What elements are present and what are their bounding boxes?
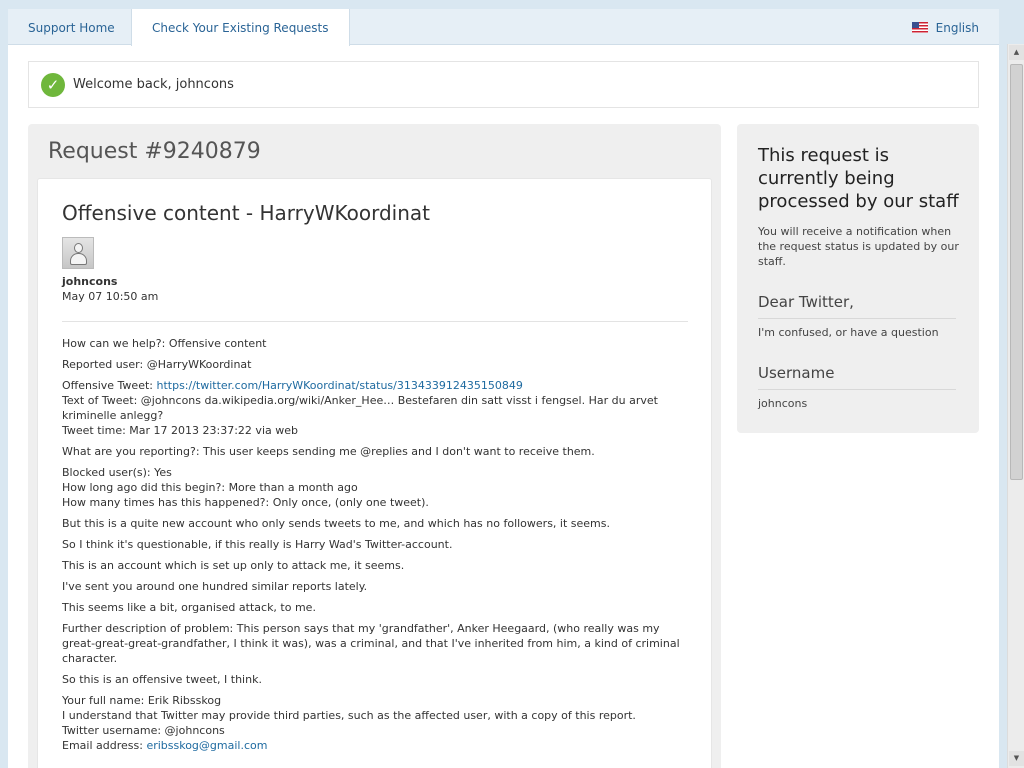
twitter-username-line: Twitter username: @johncons xyxy=(62,724,225,737)
body-paragraph: So I think it's questionable, if this re… xyxy=(62,538,453,551)
understand-line: I understand that Twitter may provide th… xyxy=(62,709,636,722)
request-date: May 07 10:50 am xyxy=(62,290,159,303)
body-paragraph: But this is a quite new account who only… xyxy=(62,517,610,530)
blocked-line: Blocked user(s): Yes xyxy=(62,466,172,479)
body-paragraph: I've sent you around one hundred similar… xyxy=(62,580,368,593)
language-selector[interactable]: English xyxy=(911,9,979,45)
email-label: Email address: xyxy=(62,739,147,752)
field-label-dear-twitter: Dear Twitter, xyxy=(758,293,956,319)
field-value-dear-twitter: I'm confused, or have a question xyxy=(758,326,939,339)
us-flag-icon xyxy=(911,22,928,33)
language-label: English xyxy=(935,21,979,35)
body-paragraph: This seems like a bit, organised attack,… xyxy=(62,601,316,614)
help-line: How can we help?: Offensive content xyxy=(62,337,267,350)
tweet-text: Text of Tweet: @johncons da.wikipedia.or… xyxy=(62,394,658,422)
request-subject: Offensive content - HarryWKoordinat xyxy=(62,201,430,225)
tweet-time: Tweet time: Mar 17 2013 23:37:22 via web xyxy=(62,424,298,437)
full-name-line: Your full name: Erik Ribsskog xyxy=(62,694,222,707)
request-panel: Request #9240879 Offensive content - Har… xyxy=(28,124,721,768)
email-link[interactable]: eribsskog@gmail.com xyxy=(146,739,267,752)
reported-user-line: Reported user: @HarryWKoordinat xyxy=(62,358,252,371)
further-description: Further description of problem: This per… xyxy=(62,622,680,665)
top-nav: Support Home Check Your Existing Request… xyxy=(8,9,999,46)
how-long-line: How long ago did this begin?: More than … xyxy=(62,481,358,494)
divider xyxy=(62,321,688,322)
field-value-username: johncons xyxy=(758,397,808,410)
how-many-line: How many times has this happened?: Only … xyxy=(62,496,429,509)
tab-check-requests[interactable]: Check Your Existing Requests xyxy=(131,9,350,46)
body-paragraph: This is an account which is set up only … xyxy=(62,559,405,572)
contact-info: Your full name: Erik Ribsskog I understa… xyxy=(62,693,692,753)
welcome-notice: ✓ Welcome back, johncons xyxy=(28,61,979,108)
scroll-down-icon[interactable]: ▼ xyxy=(1009,751,1024,766)
status-title: This request is currently being processe… xyxy=(758,145,959,212)
welcome-text: Welcome back, johncons xyxy=(73,77,234,92)
reporting-line: What are you reporting?: This user keeps… xyxy=(62,445,595,458)
page: Support Home Check Your Existing Request… xyxy=(8,9,999,768)
tab-support-home[interactable]: Support Home xyxy=(8,9,135,45)
scroll-up-icon[interactable]: ▲ xyxy=(1009,45,1024,60)
default-avatar-icon xyxy=(62,237,94,269)
author-name: johncons xyxy=(62,275,118,288)
tweet-label: Offensive Tweet: xyxy=(62,379,157,392)
request-title: Request #9240879 xyxy=(48,139,261,164)
request-card: Offensive content - HarryWKoordinat john… xyxy=(37,178,712,768)
status-note: You will receive a notification when the… xyxy=(758,225,959,268)
scrollbar-thumb[interactable] xyxy=(1010,64,1023,480)
vertical-scrollbar[interactable]: ▲ ▼ xyxy=(1007,44,1024,768)
check-circle-icon: ✓ xyxy=(41,73,65,97)
request-body: How can we help?: Offensive content Repo… xyxy=(62,336,692,759)
tweet-block: Offensive Tweet: https://twitter.com/Har… xyxy=(62,378,692,438)
status-sidebar: This request is currently being processe… xyxy=(737,124,979,433)
block-info: Blocked user(s): Yes How long ago did th… xyxy=(62,465,692,510)
tweet-link[interactable]: https://twitter.com/HarryWKoordinat/stat… xyxy=(156,379,522,392)
body-paragraph: So this is an offensive tweet, I think. xyxy=(62,673,262,686)
field-label-username: Username xyxy=(758,364,956,390)
